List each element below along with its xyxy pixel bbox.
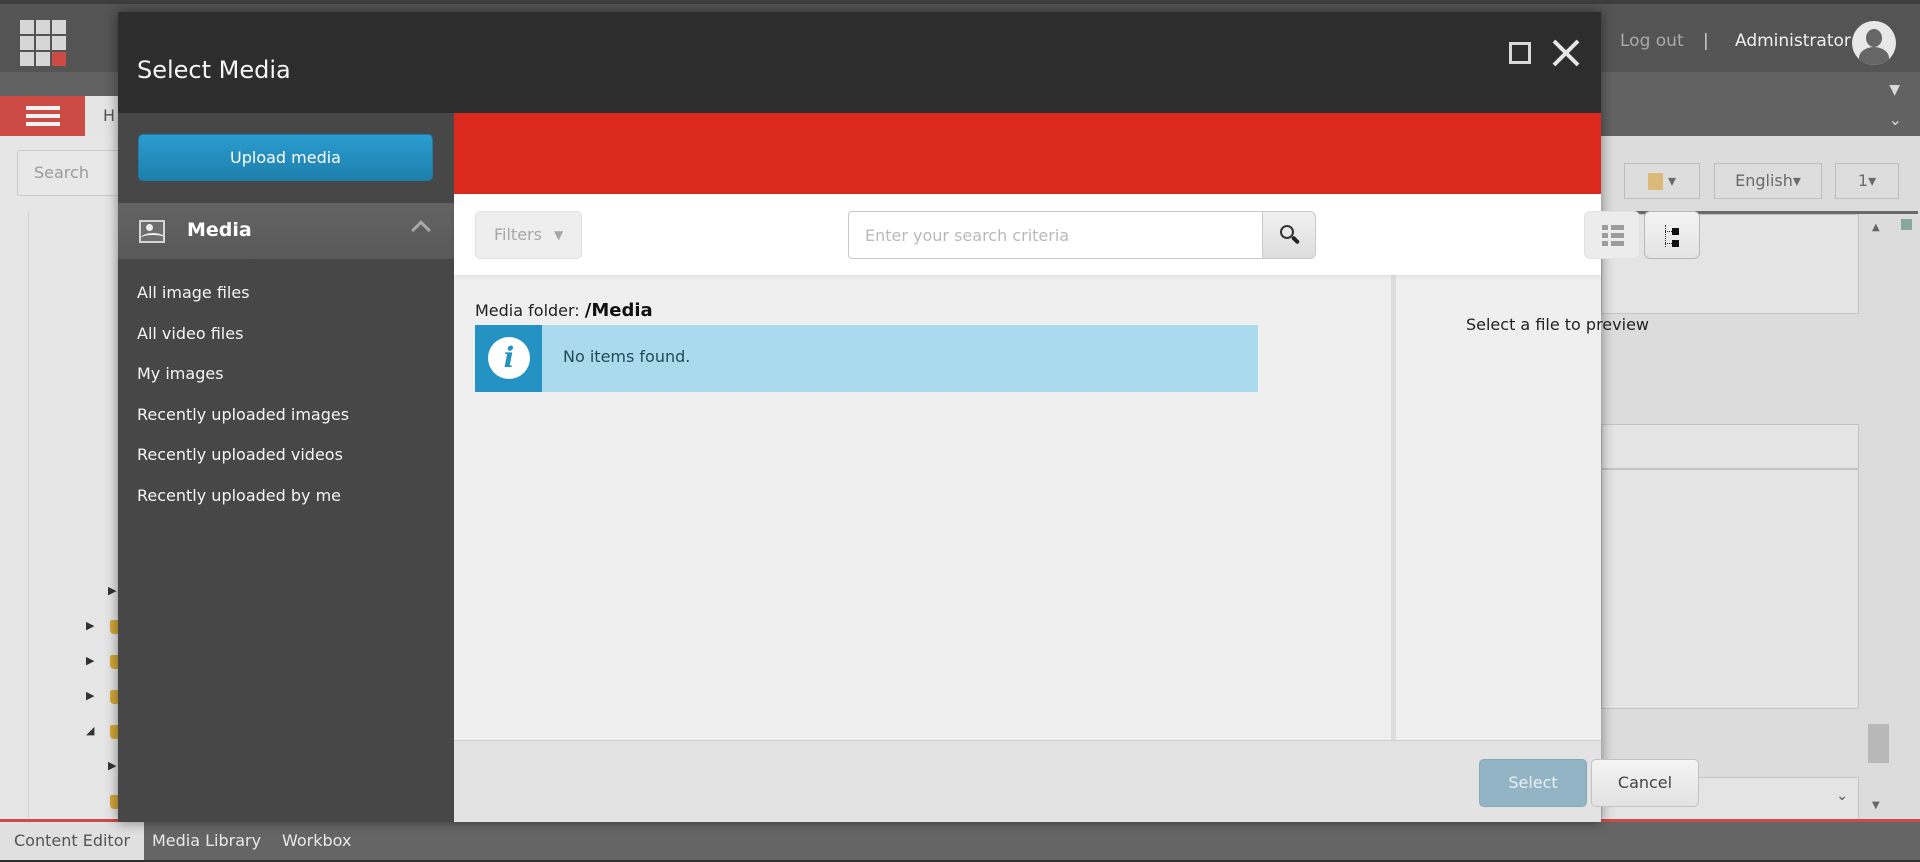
tree-expand-arrow-icon[interactable]: ▶ (86, 619, 94, 632)
hamburger-menu-button[interactable] (0, 96, 85, 136)
dialog-title: Select Media (137, 56, 291, 84)
media-search-input[interactable] (848, 211, 1262, 259)
maximize-icon[interactable] (1509, 42, 1531, 64)
list-view-button[interactable] (1584, 211, 1640, 259)
nav-item-all-image-files[interactable]: All image files (137, 281, 349, 322)
media-sidebar: Upload media Media All image files All v… (118, 113, 454, 822)
select-media-dialog: Select Media Upload media Media All imag… (118, 12, 1700, 822)
separator: | (1703, 31, 1709, 51)
media-section-header[interactable]: Media (118, 203, 454, 259)
image-icon (139, 220, 165, 243)
tree-expand-arrow-icon[interactable]: ▶ (108, 584, 116, 597)
tree-view-button[interactable] (1644, 211, 1700, 259)
notes-dropdown[interactable]: ▾ (1624, 163, 1700, 199)
content-tree-panel (0, 136, 130, 822)
dialog-footer: Select Cancel (454, 740, 1699, 822)
filters-caret-icon: ▼ (554, 228, 564, 242)
accent-bar (454, 113, 1601, 194)
ribbon-collapse-chevron-icon[interactable]: ⌄ (1889, 110, 1902, 129)
close-icon[interactable] (1551, 38, 1581, 68)
preview-pane: Select a file to preview (1396, 275, 1649, 740)
media-folder-path: /Media (584, 300, 653, 321)
info-icon: i (488, 337, 530, 379)
scroll-down-arrow-icon[interactable]: ▼ (1872, 800, 1880, 811)
select-button[interactable]: Select (1479, 759, 1587, 807)
nav-item-uploaded-by-me[interactable]: Recently uploaded by me (137, 484, 349, 525)
scroll-up-arrow-icon[interactable]: ▲ (1872, 222, 1880, 233)
cancel-button[interactable]: Cancel (1591, 759, 1699, 807)
nav-item-recent-images[interactable]: Recently uploaded images (137, 403, 349, 444)
media-nav-list: All image files All video files My image… (137, 281, 349, 524)
media-content-area: Media folder: /Media i No items found. S… (454, 275, 1649, 740)
ribbon-dropdown-icon[interactable]: ▼ (1889, 82, 1900, 98)
filters-button[interactable]: Filters ▼ (475, 211, 582, 259)
no-items-alert: i No items found. (475, 325, 1258, 392)
tree-guide-line (28, 210, 29, 822)
no-items-message: No items found. (563, 347, 691, 366)
editor-field[interactable] (1601, 469, 1859, 709)
user-avatar-icon[interactable] (1852, 21, 1896, 65)
media-folder-label: Media folder: /Media (475, 300, 653, 321)
upload-media-button[interactable]: Upload media (138, 134, 433, 181)
media-main-area: Filters ▼ Enter your search criteria Med… (454, 113, 1700, 822)
media-toolbar: Filters ▼ (454, 194, 1700, 275)
tree-expand-arrow-icon[interactable]: ▶ (86, 654, 94, 667)
notebook-icon (1647, 173, 1663, 190)
taskbar-tab-media-library[interactable]: Media Library (138, 822, 275, 860)
app-launcher-icon[interactable] (20, 20, 66, 66)
user-name[interactable]: Administrator (1735, 31, 1851, 51)
tree-expand-arrow-icon[interactable]: ▶ (86, 689, 94, 702)
preview-placeholder-text: Select a file to preview (1465, 315, 1649, 334)
language-dropdown[interactable]: English▾ (1714, 163, 1822, 199)
nav-item-my-images[interactable]: My images (137, 362, 349, 403)
nav-item-all-video-files[interactable]: All video files (137, 322, 349, 363)
bottom-taskbar: Content Editor Media Library Workbox (0, 822, 1920, 862)
media-section-label: Media (187, 219, 252, 241)
version-dropdown[interactable]: 1▾ (1835, 163, 1899, 199)
chevron-up-icon[interactable] (411, 220, 431, 240)
scrollbar-thumb[interactable] (1868, 724, 1889, 763)
chevron-down-icon: ⌄ (1836, 788, 1848, 804)
status-indicator (1901, 219, 1912, 230)
dialog-header: Select Media (118, 12, 1601, 113)
taskbar-tab-content-editor[interactable]: Content Editor (0, 822, 145, 860)
taskbar-tab-workbox[interactable]: Workbox (268, 822, 365, 860)
editor-field[interactable] (1601, 424, 1859, 469)
nav-item-recent-videos[interactable]: Recently uploaded videos (137, 443, 349, 484)
tree-collapse-arrow-icon[interactable]: ◢ (86, 724, 94, 737)
search-button[interactable] (1262, 211, 1316, 259)
logout-link[interactable]: Log out (1620, 31, 1684, 51)
tree-expand-arrow-icon[interactable]: ▶ (108, 759, 116, 772)
